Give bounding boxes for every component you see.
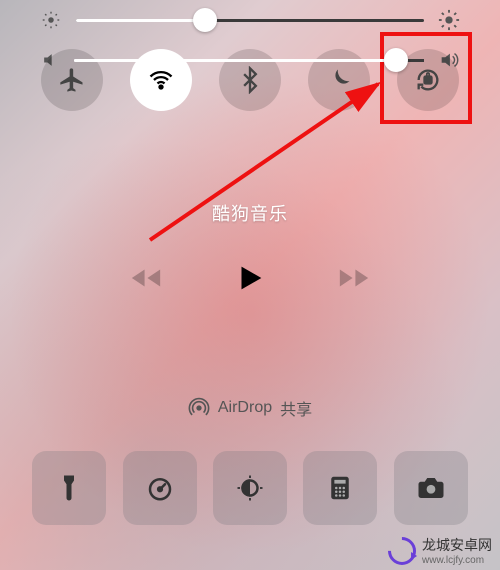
previous-track-button[interactable]: [129, 261, 163, 300]
next-track-button[interactable]: [337, 261, 371, 300]
brightness-thumb[interactable]: [193, 8, 217, 32]
night-shift-icon: [235, 473, 265, 503]
calculator-shortcut[interactable]: [303, 451, 377, 525]
watermark-site: 龙城安卓网: [422, 537, 492, 553]
watermark-logo-icon: [382, 531, 422, 570]
airdrop-prefix: AirDrop: [218, 399, 272, 417]
camera-shortcut[interactable]: [394, 451, 468, 525]
moon-icon: [325, 66, 353, 94]
airdrop-icon: [188, 397, 210, 419]
rotation-lock-icon: [414, 66, 442, 94]
airplane-icon: [58, 66, 86, 94]
calculator-icon: [325, 473, 355, 503]
timer-shortcut[interactable]: [123, 451, 197, 525]
watermark-url: www.lcjfy.com: [422, 555, 492, 566]
watermark: 龙城安卓网 www.lcjfy.com: [388, 535, 492, 566]
volume-thumb[interactable]: [384, 48, 408, 72]
now-playing-title: 酷狗音乐: [0, 200, 500, 226]
play-button[interactable]: [233, 261, 267, 300]
rewind-icon: [129, 261, 163, 295]
volume-track[interactable]: [74, 59, 424, 62]
bluetooth-icon: [236, 66, 264, 94]
flashlight-icon: [54, 473, 84, 503]
airdrop-label: 共享: [280, 396, 312, 420]
airdrop-button[interactable]: AirDrop 共享: [0, 388, 500, 428]
play-icon: [233, 261, 267, 295]
brightness-track[interactable]: [76, 19, 424, 22]
wifi-icon: [147, 66, 175, 94]
camera-icon: [416, 473, 446, 503]
fast-forward-icon: [337, 261, 371, 295]
night-shift-shortcut[interactable]: [213, 451, 287, 525]
timer-icon: [145, 473, 175, 503]
flashlight-shortcut[interactable]: [32, 451, 106, 525]
